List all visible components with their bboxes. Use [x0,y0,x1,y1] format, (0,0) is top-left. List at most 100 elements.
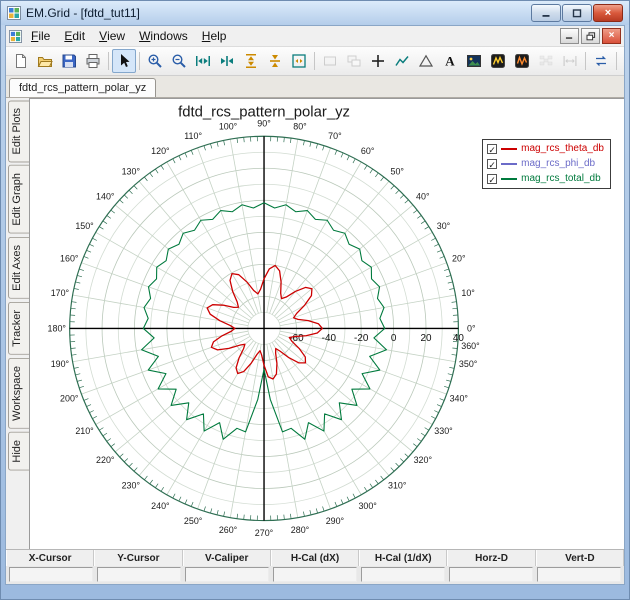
menu-file[interactable]: File [24,26,57,46]
sidebar-tab-workspace[interactable]: Workspace [8,358,29,429]
svg-text:170°: 170° [51,288,70,298]
zoom-out-button[interactable] [167,49,191,73]
select-arrow-button[interactable] [112,49,136,73]
status-header-vert-d: Vert-D [536,550,624,566]
svg-text:60°: 60° [361,146,375,156]
grid-tool-icon [538,53,554,69]
grid-tool-button[interactable] [534,49,558,73]
main-area: Edit Plots Edit Graph Edit Axes Tracker Work… [6,98,624,549]
compress-vertical-button[interactable] [263,49,287,73]
child-minimize-button[interactable] [560,28,579,44]
sidebar-tab-hide[interactable]: Hide [8,432,29,471]
svg-text:110°: 110° [184,131,202,141]
image-tool-button[interactable] [462,49,486,73]
tab-strip: fdtd_rcs_pattern_polar_yz [6,76,624,98]
zoom-in-button[interactable] [143,49,167,73]
menu-windows[interactable]: Windows [132,26,195,46]
svg-text:70°: 70° [328,131,342,141]
child-close-button[interactable]: × [602,28,621,44]
print-button[interactable] [81,49,105,73]
polyline-tool-button[interactable] [390,49,414,73]
svg-text:20°: 20° [452,253,466,263]
colormap-dark-2-button[interactable] [510,49,534,73]
legend-label: mag_rcs_theta_db [521,143,604,154]
zoom-out-icon [171,53,187,69]
open-folder-button[interactable] [33,49,57,73]
legend-checkbox-mag_rcs_total_db[interactable]: ✓ [487,174,497,184]
svg-text:10°: 10° [461,288,475,298]
caption-buttons: × [531,4,623,22]
svg-text:290°: 290° [326,516,345,526]
menu-help[interactable]: Help [195,26,234,46]
expand-vertical-button[interactable] [239,49,263,73]
svg-text:20: 20 [420,333,432,344]
swap-axes-tool-button[interactable] [589,49,613,73]
app-icon [7,6,21,20]
compress-horizontal-icon [219,53,235,69]
compress-horizontal-button[interactable] [215,49,239,73]
svg-text:100°: 100° [219,122,238,132]
status-headers: X-CursorY-CursorV-CaliperH-Cal (dX)H-Cal… [6,550,624,566]
status-value-cell [97,567,181,582]
svg-text:180°: 180° [48,323,67,333]
sidebar-tab-edit-plots[interactable]: Edit Plots [8,100,29,162]
svg-text:270°: 270° [255,528,274,538]
save-button[interactable] [57,49,81,73]
triangle-tool-button[interactable] [414,49,438,73]
legend-label: mag_rcs_phi_db [521,158,595,169]
close-button[interactable]: × [593,4,623,22]
rect-tool-2-button[interactable] [342,49,366,73]
status-bar: X-CursorY-CursorV-CaliperH-Cal (dX)H-Cal… [6,549,624,584]
menu-edit[interactable]: Edit [57,26,92,46]
legend-checkbox-mag_rcs_phi_db[interactable]: ✓ [487,159,497,169]
window-title: EM.Grid - [fdtd_tut11] [26,6,140,20]
expand-horizontal-button[interactable] [191,49,215,73]
colormap-dark-1-button[interactable] [486,49,510,73]
column-width-tool-button[interactable] [558,49,582,73]
legend-line-sample [501,163,517,165]
status-value-cell [361,567,445,582]
svg-text:230°: 230° [122,480,141,490]
layout-button[interactable]: Layou [620,49,625,73]
titlebar[interactable]: EM.Grid - [fdtd_tut11] × [1,1,629,25]
new-document-button[interactable] [9,49,33,73]
legend-checkbox-mag_rcs_theta_db[interactable]: ✓ [487,144,497,154]
child-document-icon [9,30,22,43]
fit-page-button[interactable] [287,49,311,73]
tab-fdtd-rcs-pattern-polar-yz[interactable]: fdtd_rcs_pattern_polar_yz [9,78,156,97]
svg-text:140°: 140° [96,192,115,202]
status-value-cell [273,567,357,582]
svg-text:50°: 50° [391,166,405,176]
status-cells [6,566,624,584]
svg-text:190°: 190° [51,359,70,369]
sidebar-tab-edit-axes[interactable]: Edit Axes [8,237,29,299]
svg-text:30°: 30° [437,221,451,231]
compress-vertical-icon [267,53,283,69]
print-icon [85,53,101,69]
sidebar-tabs: Edit Plots Edit Graph Edit Axes Tracker Work… [6,98,29,549]
status-header-x-cursor: X-Cursor [6,550,94,566]
text-tool-button[interactable]: A [438,49,462,73]
menu-view[interactable]: View [92,26,132,46]
child-restore-button[interactable] [581,28,600,44]
expand-vertical-icon [243,53,259,69]
rect-tool-button[interactable] [318,49,342,73]
svg-text:-60: -60 [289,333,304,344]
svg-text:340°: 340° [450,393,469,403]
sidebar-tab-tracker[interactable]: Tracker [8,302,29,355]
svg-text:260°: 260° [219,525,238,535]
maximize-button[interactable] [562,4,592,22]
chart-title: fdtd_rcs_pattern_polar_yz [178,105,350,121]
svg-text:-40: -40 [322,333,337,344]
svg-text:40°: 40° [416,192,430,202]
sidebar-tab-edit-graph[interactable]: Edit Graph [8,165,29,234]
status-value-cell [185,567,269,582]
fit-page-icon [291,53,307,69]
minimize-button[interactable] [531,4,561,22]
colormap-dark-1-icon [490,53,506,69]
svg-text:0°: 0° [467,323,476,333]
status-header-y-cursor: Y-Cursor [94,550,182,566]
polar-axes [70,136,459,520]
svg-text:310°: 310° [388,480,407,490]
plus-tool-button[interactable] [366,49,390,73]
